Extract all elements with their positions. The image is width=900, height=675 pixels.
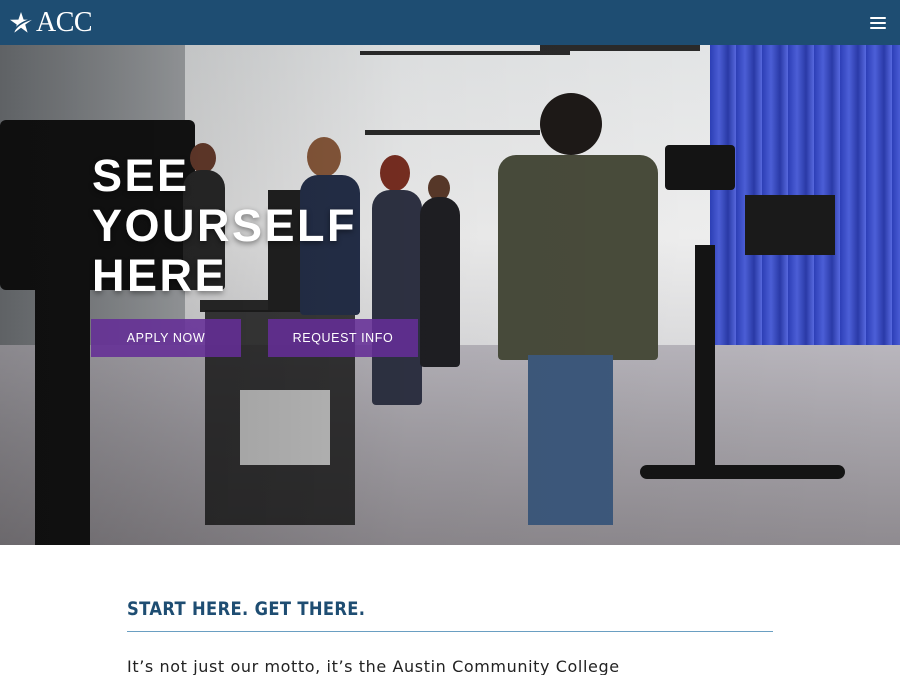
star-icon [10,11,33,34]
lead-paragraph: It’s not just our motto, it’s the Austin… [127,657,620,675]
hero-heading: SEE YOURSELF HERE [92,151,357,301]
hero-heading-line-3: HERE [92,250,228,301]
request-info-button[interactable]: REQUEST INFO [268,319,418,357]
logo-text: ACC [36,6,93,38]
section-title: START HERE. GET THERE. [127,598,366,620]
main-content: START HERE. GET THERE. It’s not just our… [127,545,773,675]
site-header: ACC [0,0,900,45]
hero-heading-line-2: YOURSELF [92,200,358,251]
hamburger-menu-icon[interactable] [870,16,886,30]
acc-logo[interactable]: ACC [8,6,93,38]
hero-heading-line-1: SEE [92,150,190,201]
apply-now-button[interactable]: APPLY NOW [91,319,241,357]
section-divider [127,631,773,632]
hero-banner: SEE YOURSELF HERE APPLY NOW REQUEST INFO [0,45,900,545]
